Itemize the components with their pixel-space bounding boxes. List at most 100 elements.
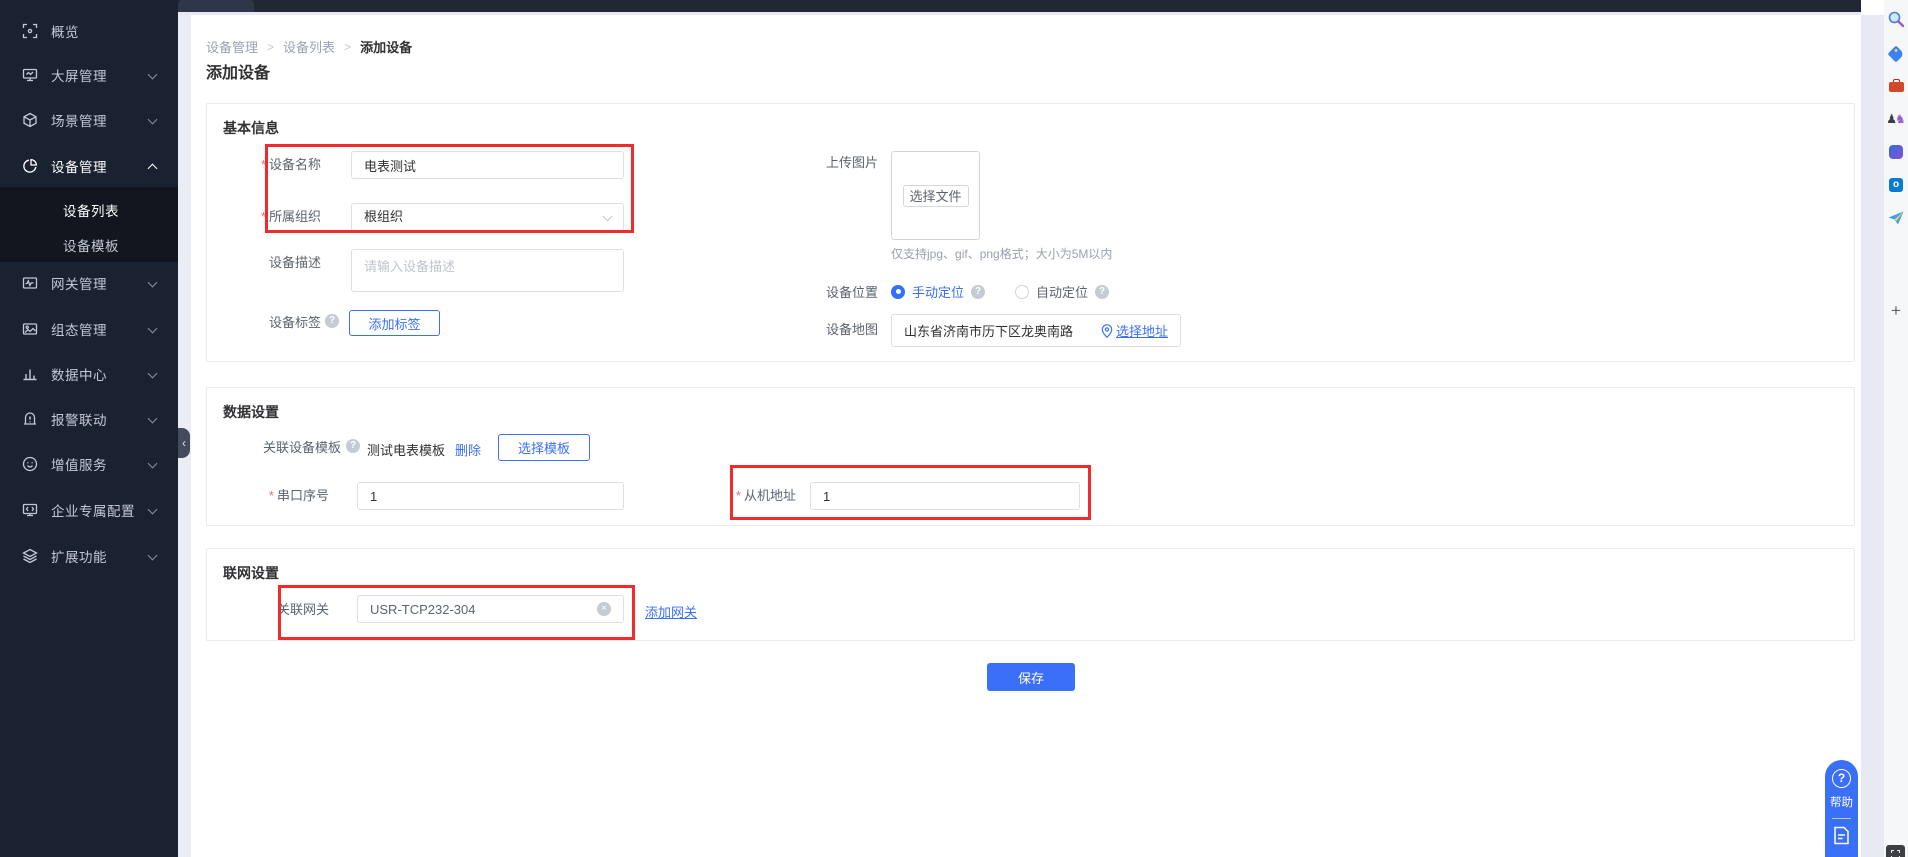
sidebar-item-scene-mgmt[interactable]: 场景管理: [0, 108, 178, 132]
sidebar-item-value-added[interactable]: 增值服务: [0, 452, 178, 476]
network-settings-card: 联网设置 关联网关 USR-TCP232-304 × 添加网关: [206, 548, 1855, 641]
device-desc-label: 设备描述: [207, 255, 321, 271]
sidebar-item-enterprise-config[interactable]: 企业专属配置: [0, 498, 178, 522]
choose-file-button[interactable]: 选择文件: [903, 185, 969, 207]
breadcrumb-separator: >: [344, 40, 351, 54]
shopping-tag-icon[interactable]: [1886, 44, 1906, 64]
collections-corner-icon[interactable]: [1886, 845, 1905, 857]
sidebar-item-label: 扩展功能: [51, 546, 107, 566]
chess-games-icon[interactable]: ♟♞: [1886, 109, 1906, 129]
chevron-up-icon: [148, 164, 158, 174]
add-extension-plus-icon[interactable]: +: [1886, 301, 1906, 321]
device-tag-label: 设备标签: [207, 315, 321, 331]
smiley-circle-icon: [22, 456, 38, 472]
breadcrumb-item-device-list[interactable]: 设备列表: [283, 37, 335, 56]
tag-help-icon[interactable]: ?: [325, 314, 339, 328]
template-help-icon[interactable]: ?: [346, 439, 360, 453]
dashed-square-glyph: [1891, 850, 1900, 857]
data-settings-card: 数据设置 关联设备模板 ? 测试电表模板 删除 选择模板 *串口序号 *从机地址: [206, 387, 1855, 526]
slave-address-input[interactable]: [810, 482, 1080, 510]
map-address-value: 山东省济南市历下区龙奥南路: [904, 321, 1073, 340]
slave-address-label: *从机地址: [682, 488, 796, 504]
sidebar-item-label: 增值服务: [51, 454, 107, 474]
device-desc-textarea[interactable]: [351, 249, 624, 292]
page-scrollbar-track[interactable]: [1861, 15, 1884, 857]
org-select-value: 根组织: [364, 209, 403, 224]
device-name-input[interactable]: [351, 151, 624, 179]
chess-knight-glyph: ♞: [1895, 112, 1906, 126]
overview-icon: [22, 23, 38, 39]
sidebar-item-label: 大屏管理: [51, 65, 107, 85]
sidebar-item-extensions[interactable]: 扩展功能: [0, 544, 178, 568]
org-select[interactable]: 根组织: [351, 203, 624, 231]
toolbox-icon[interactable]: [1886, 77, 1906, 97]
auto-locate-option[interactable]: 自动定位: [1036, 282, 1088, 301]
help-label: 帮助: [1830, 794, 1853, 810]
manual-locate-help-icon[interactable]: ?: [971, 285, 985, 299]
help-floating-widget[interactable]: ? 帮助: [1825, 760, 1858, 857]
sidebar-item-label: 概览: [51, 21, 79, 41]
map-address-field: 山东省济南市历下区龙奥南路 选择地址: [891, 314, 1181, 347]
sidebar-item-label: 设备管理: [51, 156, 107, 176]
sidebar-item-label: 数据中心: [51, 364, 107, 384]
document-icon[interactable]: [1833, 826, 1850, 845]
sidebar-item-data-center[interactable]: 数据中心: [0, 362, 178, 386]
paper-plane-icon[interactable]: [1886, 208, 1906, 228]
device-name-label: *设备名称: [207, 157, 321, 173]
office-icon[interactable]: [1886, 142, 1906, 162]
required-mark: *: [269, 488, 274, 503]
breadcrumb-item-add-device: 添加设备: [360, 37, 412, 56]
sidebar-item-label: 场景管理: [51, 110, 107, 130]
chevron-down-icon: [148, 505, 158, 515]
linked-gateway-label: 关联网关: [207, 602, 329, 618]
sidebar-item-gateway-mgmt[interactable]: 网关管理: [0, 271, 178, 295]
sidebar-item-label: 企业专属配置: [51, 500, 135, 520]
browser-tab-remnant: [178, 0, 254, 12]
auto-locate-radio[interactable]: [1015, 285, 1029, 299]
sidebar-item-overview[interactable]: 概览: [0, 19, 178, 43]
delete-template-link[interactable]: 删除: [455, 440, 481, 459]
data-settings-section-title: 数据设置: [223, 402, 279, 422]
search-extension-icon[interactable]: [1886, 9, 1906, 29]
device-pie-icon: [22, 158, 38, 174]
chevron-down-icon: [148, 278, 158, 288]
sidebar-subitem-device-template[interactable]: 设备模板: [63, 235, 119, 255]
choose-address-group[interactable]: 选择地址: [1101, 321, 1168, 340]
monitor-code-icon: [22, 502, 38, 518]
linked-gateway-value: USR-TCP232-304: [370, 602, 476, 617]
chevron-down-icon: [148, 414, 158, 424]
choose-template-button[interactable]: 选择模板: [498, 434, 590, 461]
choose-address-link[interactable]: 选择地址: [1116, 321, 1168, 340]
sidebar-item-hmi-mgmt[interactable]: 组态管理: [0, 317, 178, 341]
serial-number-input[interactable]: [357, 482, 624, 510]
linked-gateway-field[interactable]: USR-TCP232-304 ×: [357, 595, 624, 623]
breadcrumb-separator: >: [267, 40, 274, 54]
image-upload-dropzone[interactable]: 选择文件: [891, 151, 980, 240]
sidebar-item-device-mgmt[interactable]: 设备管理: [0, 154, 178, 178]
sidebar-subitem-device-list[interactable]: 设备列表: [63, 200, 119, 220]
sidebar-collapse-handle[interactable]: ‹: [178, 428, 190, 458]
linked-template-value: 测试电表模板: [367, 440, 445, 459]
manual-locate-radio-selected[interactable]: [891, 285, 905, 299]
manual-locate-option[interactable]: 手动定位: [912, 282, 964, 301]
plus-glyph: +: [1891, 301, 1901, 321]
add-tag-button[interactable]: 添加标签: [349, 310, 440, 336]
help-divider: [1832, 818, 1851, 819]
chevron-down-icon: [148, 70, 158, 80]
device-location-label: 设备位置: [727, 285, 878, 301]
required-mark: *: [736, 488, 741, 503]
picture-icon: [22, 321, 38, 337]
basic-info-section-title: 基本信息: [223, 118, 279, 138]
breadcrumb-item-device-mgmt[interactable]: 设备管理: [206, 37, 258, 56]
collapse-chevron-icon: ‹: [182, 436, 186, 450]
save-button[interactable]: 保存: [987, 663, 1075, 691]
device-map-label: 设备地图: [727, 322, 878, 338]
add-gateway-link[interactable]: 添加网关: [645, 602, 697, 621]
sidebar-item-alarm-linkage[interactable]: 报警联动: [0, 407, 178, 431]
page-title: 添加设备: [206, 59, 270, 83]
sidebar-item-screen-mgmt[interactable]: 大屏管理: [0, 63, 178, 87]
clear-gateway-icon[interactable]: ×: [597, 602, 611, 616]
alarm-bell-icon: [22, 411, 38, 427]
outlook-icon[interactable]: o: [1886, 175, 1906, 195]
auto-locate-help-icon[interactable]: ?: [1095, 285, 1109, 299]
